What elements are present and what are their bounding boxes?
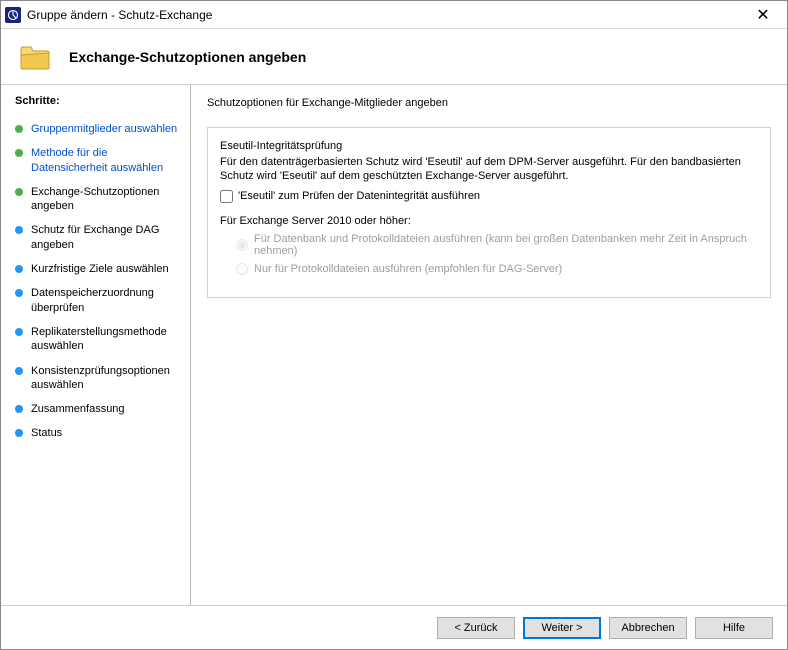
options-group: Eseutil-Integritätsprüfung Für den daten… bbox=[207, 127, 771, 298]
radio-db-and-log bbox=[236, 239, 248, 251]
window-title: Gruppe ändern - Schutz-Exchange bbox=[27, 8, 743, 22]
step-bullet-icon bbox=[15, 405, 23, 413]
page-title: Exchange-Schutzoptionen angeben bbox=[69, 49, 306, 65]
radio-db-and-log-label: Für Datenbank und Protokolldateien ausfü… bbox=[254, 233, 758, 257]
eseutil-heading: Eseutil-Integritätsprüfung bbox=[220, 140, 758, 152]
step-label: Exchange-Schutzoptionen angeben bbox=[31, 185, 182, 214]
step-label: Zusammenfassung bbox=[31, 402, 125, 416]
main-panel: Schutzoptionen für Exchange-Mitglieder a… bbox=[191, 85, 787, 605]
eseutil-checkbox-label[interactable]: 'Eseutil' zum Prüfen der Datenintegrität… bbox=[238, 190, 480, 202]
wizard-step: Konsistenzprüfungsoptionen auswählen bbox=[15, 359, 182, 398]
wizard-step: Status bbox=[15, 421, 182, 445]
wizard-step: Schutz für Exchange DAG angeben bbox=[15, 218, 182, 257]
wizard-steps-sidebar: Schritte: Gruppenmitglieder auswählen Met… bbox=[1, 85, 191, 605]
button-bar: < Zurück Weiter > Abbrechen Hilfe bbox=[1, 605, 787, 649]
step-bullet-icon bbox=[15, 149, 23, 157]
step-label: Methode für die Datensicherheit auswähle… bbox=[31, 146, 182, 175]
eseutil-desc: Für den datenträgerbasierten Schutz wird… bbox=[220, 155, 758, 184]
step-label: Replikaterstellungsmethode auswählen bbox=[31, 325, 182, 354]
radio-log-only-label: Nur für Protokolldateien ausführen (empf… bbox=[254, 263, 562, 275]
step-label: Schutz für Exchange DAG angeben bbox=[31, 223, 182, 252]
wizard-step: Datenspeicherzuordnung überprüfen bbox=[15, 281, 182, 320]
app-icon bbox=[5, 7, 21, 23]
step-bullet-icon bbox=[15, 429, 23, 437]
step-label: Status bbox=[31, 426, 62, 440]
cancel-button[interactable]: Abbrechen bbox=[609, 617, 687, 639]
step-label: Kurzfristige Ziele auswählen bbox=[31, 262, 169, 276]
wizard-step: Kurzfristige Ziele auswählen bbox=[15, 257, 182, 281]
step-label: Datenspeicherzuordnung überprüfen bbox=[31, 286, 182, 315]
step-bullet-icon bbox=[15, 289, 23, 297]
step-bullet-icon bbox=[15, 226, 23, 234]
step-bullet-icon bbox=[15, 125, 23, 133]
wizard-header: Exchange-Schutzoptionen angeben bbox=[1, 29, 787, 85]
wizard-step: Zusammenfassung bbox=[15, 397, 182, 421]
step-bullet-icon bbox=[15, 367, 23, 375]
step-bullet-icon bbox=[15, 328, 23, 336]
exchange2010-radio-group: Für Datenbank und Protokolldateien ausfü… bbox=[220, 233, 758, 275]
intro-text: Schutzoptionen für Exchange-Mitglieder a… bbox=[207, 97, 771, 109]
wizard-step[interactable]: Gruppenmitglieder auswählen bbox=[15, 117, 182, 141]
step-bullet-icon bbox=[15, 188, 23, 196]
help-button[interactable]: Hilfe bbox=[695, 617, 773, 639]
next-button[interactable]: Weiter > bbox=[523, 617, 601, 639]
folder-icon bbox=[19, 43, 51, 71]
step-label: Gruppenmitglieder auswählen bbox=[31, 122, 177, 136]
close-button[interactable]: ✕ bbox=[743, 2, 783, 28]
step-label: Konsistenzprüfungsoptionen auswählen bbox=[31, 364, 182, 393]
wizard-step[interactable]: Methode für die Datensicherheit auswähle… bbox=[15, 141, 182, 180]
radio-log-only bbox=[236, 263, 248, 275]
step-bullet-icon bbox=[15, 265, 23, 273]
eseutil-checkbox[interactable] bbox=[220, 190, 233, 203]
exchange2010-heading: Für Exchange Server 2010 oder höher: bbox=[220, 215, 758, 227]
steps-heading: Schritte: bbox=[15, 95, 182, 107]
titlebar: Gruppe ändern - Schutz-Exchange ✕ bbox=[1, 1, 787, 29]
back-button[interactable]: < Zurück bbox=[437, 617, 515, 639]
wizard-step: Replikaterstellungsmethode auswählen bbox=[15, 320, 182, 359]
wizard-step: Exchange-Schutzoptionen angeben bbox=[15, 180, 182, 219]
